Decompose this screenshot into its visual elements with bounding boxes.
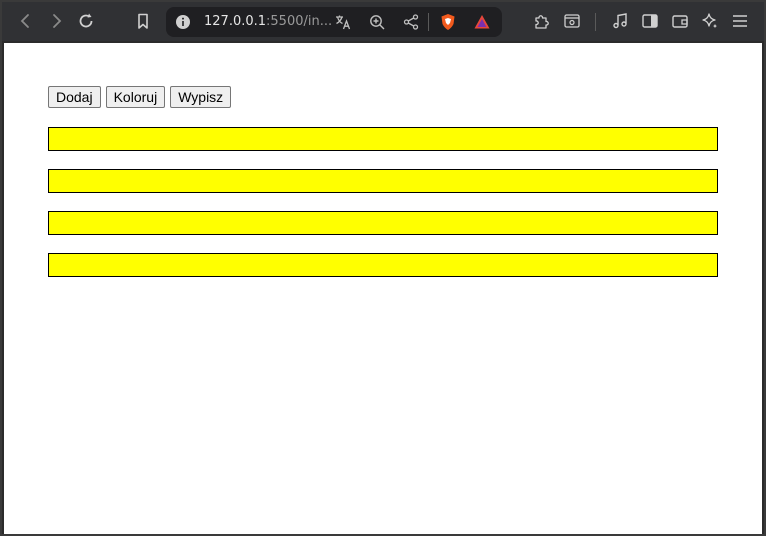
add-button[interactable]: Dodaj: [48, 86, 101, 108]
back-icon[interactable]: [15, 10, 37, 32]
print-button[interactable]: Wypisz: [170, 86, 232, 108]
bar-list: [48, 127, 718, 295]
wallet-icon[interactable]: [669, 10, 691, 32]
address-bar[interactable]: 127.0.0.1:5500/in...: [166, 7, 502, 37]
url-host: 127.0.0.1: [204, 14, 267, 29]
extensions-icon[interactable]: [531, 10, 553, 32]
sidebar-icon[interactable]: [639, 10, 661, 32]
bookmark-icon[interactable]: [132, 10, 154, 32]
yellow-bar: [48, 169, 718, 193]
url-text: 127.0.0.1:5500/in...: [204, 14, 332, 29]
yellow-bar: [48, 253, 718, 277]
reload-icon[interactable]: [75, 10, 97, 32]
yellow-bar: [48, 211, 718, 235]
browser-toolbar: 127.0.0.1:5500/in...: [2, 2, 764, 41]
toolbar-separator: [595, 13, 596, 31]
browser-window: 127.0.0.1:5500/in... Dodaj Koloruj Wypis…: [0, 0, 766, 536]
brave-rewards-icon[interactable]: [471, 11, 493, 33]
share-icon[interactable]: [400, 11, 422, 33]
url-separator: [428, 13, 429, 31]
leo-ai-icon[interactable]: [699, 10, 721, 32]
page-content: Dodaj Koloruj Wypisz: [4, 43, 762, 534]
url-path: :5500/in...: [266, 14, 333, 29]
menu-icon[interactable]: [729, 10, 751, 32]
reader-mode-icon[interactable]: [561, 10, 583, 32]
brave-shields-icon[interactable]: [437, 11, 459, 33]
button-row: Dodaj Koloruj Wypisz: [48, 86, 232, 108]
yellow-bar: [48, 127, 718, 151]
color-button[interactable]: Koloruj: [105, 86, 166, 108]
site-info-icon[interactable]: [172, 11, 194, 33]
media-icon[interactable]: [609, 10, 631, 32]
translate-icon[interactable]: [332, 11, 354, 33]
zoom-icon[interactable]: [366, 11, 388, 33]
forward-icon[interactable]: [45, 10, 67, 32]
